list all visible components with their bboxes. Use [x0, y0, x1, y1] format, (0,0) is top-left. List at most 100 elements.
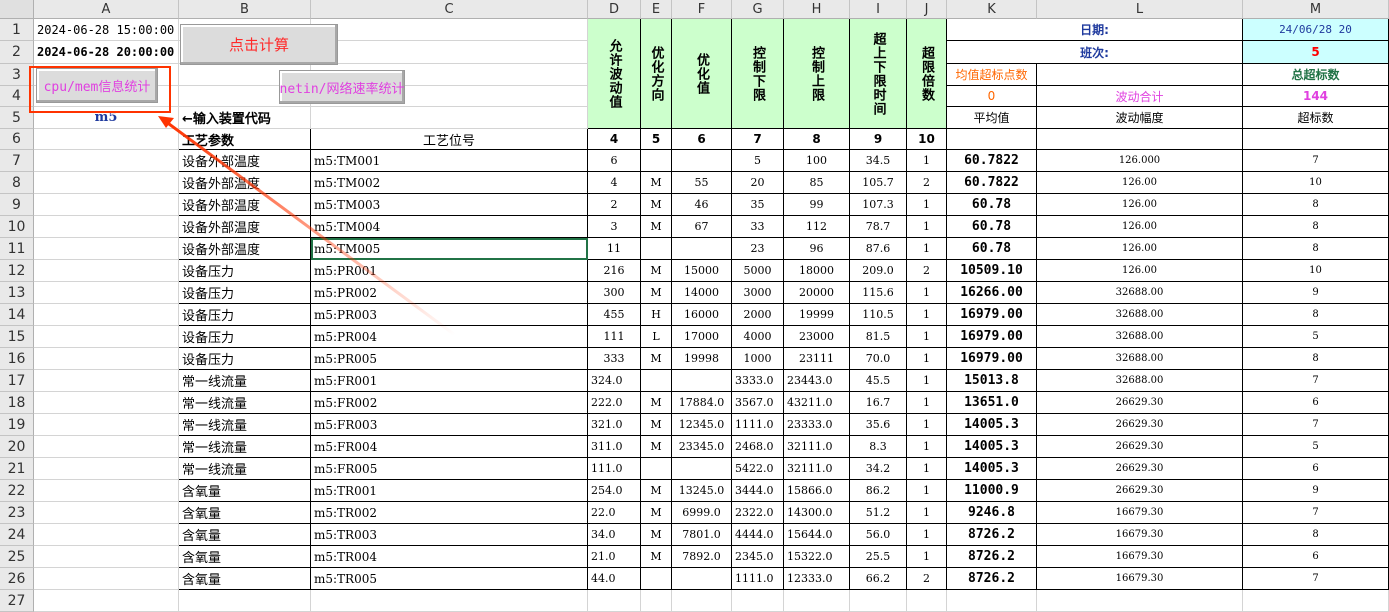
cell-a27[interactable]: [34, 590, 179, 612]
cell-a8[interactable]: [34, 172, 179, 194]
table-col-e-cell[interactable]: M: [641, 392, 672, 414]
column-header-h[interactable]: H: [784, 0, 850, 19]
column-header-j[interactable]: J: [907, 0, 947, 19]
column-header-d[interactable]: D: [588, 0, 641, 19]
cell-a6[interactable]: [34, 129, 179, 150]
table-col-h-cell[interactable]: 96: [784, 238, 850, 260]
table-col-m-cell[interactable]: 6: [1243, 392, 1389, 414]
table-col-f-cell[interactable]: [672, 370, 732, 392]
header-g-lower-limit[interactable]: 控制下限: [732, 19, 784, 129]
table-col-j-cell[interactable]: 2: [907, 172, 947, 194]
row-header-17[interactable]: 17: [0, 370, 34, 392]
row-header-5[interactable]: 5: [0, 107, 34, 129]
table-col-m-cell[interactable]: 7: [1243, 568, 1389, 590]
table-col-m-cell[interactable]: 10: [1243, 260, 1389, 282]
table-col-h-cell[interactable]: 32111.0: [784, 436, 850, 458]
column-header-a[interactable]: A: [34, 0, 179, 19]
cell-a5-device-code[interactable]: m5: [34, 107, 179, 129]
cell-m6[interactable]: [1243, 129, 1389, 150]
table-col-j-cell[interactable]: 1: [907, 194, 947, 216]
table-col-h-cell[interactable]: 15322.0: [784, 546, 850, 568]
table-col-h-cell[interactable]: 14300.0: [784, 502, 850, 524]
table-col-g-cell[interactable]: 23: [732, 238, 784, 260]
table-col-i-cell[interactable]: 25.5: [850, 546, 907, 568]
table-col-h-cell[interactable]: 85: [784, 172, 850, 194]
table-col-k-cell[interactable]: 8726.2: [947, 524, 1037, 546]
table-col-h-cell[interactable]: 100: [784, 150, 850, 172]
table-tag-cell[interactable]: m5:FR004: [311, 436, 588, 458]
table-col-e-cell[interactable]: M: [641, 480, 672, 502]
netin-stats-button[interactable]: netin/网络速率统计: [279, 70, 405, 104]
table-col-f-cell[interactable]: 67: [672, 216, 732, 238]
header-e-opt-direction[interactable]: 优化方向: [641, 19, 672, 129]
table-col-f-cell[interactable]: 55: [672, 172, 732, 194]
table-tag-cell[interactable]: m5:PR004: [311, 326, 588, 348]
summary-date-label[interactable]: 日期:: [947, 19, 1243, 41]
table-tag-cell[interactable]: m5:PR005: [311, 348, 588, 370]
header-num-f[interactable]: 6: [672, 129, 732, 150]
table-col-d-cell[interactable]: 11: [588, 238, 641, 260]
column-header-i[interactable]: I: [850, 0, 907, 19]
cell-l27[interactable]: [1037, 590, 1243, 612]
table-col-d-cell[interactable]: 324.0: [588, 370, 641, 392]
row-header-27[interactable]: 27: [0, 590, 34, 612]
cell-a11[interactable]: [34, 238, 179, 260]
row-header-19[interactable]: 19: [0, 414, 34, 436]
cell-c2[interactable]: [311, 41, 588, 64]
cell-b6-param-header[interactable]: 工艺参数: [179, 129, 311, 150]
table-col-e-cell[interactable]: [641, 568, 672, 590]
table-col-k-cell[interactable]: 16979.00: [947, 348, 1037, 370]
table-col-d-cell[interactable]: 6: [588, 150, 641, 172]
table-col-f-cell[interactable]: 17000: [672, 326, 732, 348]
cell-k6[interactable]: [947, 129, 1037, 150]
table-col-m-cell[interactable]: 8: [1243, 304, 1389, 326]
table-col-f-cell[interactable]: [672, 238, 732, 260]
table-col-f-cell[interactable]: 6999.0: [672, 502, 732, 524]
cell-a2[interactable]: 2024-06-28 20:00:00: [34, 41, 179, 64]
table-col-l-cell[interactable]: 126.00: [1037, 238, 1243, 260]
row-header-26[interactable]: 26: [0, 568, 34, 590]
table-col-h-cell[interactable]: 32111.0: [784, 458, 850, 480]
row-header-14[interactable]: 14: [0, 304, 34, 326]
header-i-exceed-time[interactable]: 超上下限时间: [850, 19, 907, 129]
table-col-e-cell[interactable]: [641, 238, 672, 260]
table-param-cell[interactable]: 设备压力: [179, 282, 311, 304]
table-col-d-cell[interactable]: 3: [588, 216, 641, 238]
table-col-e-cell[interactable]: M: [641, 282, 672, 304]
table-col-m-cell[interactable]: 9: [1243, 282, 1389, 304]
cell-a22[interactable]: [34, 480, 179, 502]
table-col-g-cell[interactable]: 33: [732, 216, 784, 238]
table-tag-cell[interactable]: m5:TR005: [311, 568, 588, 590]
table-col-l-cell[interactable]: 32688.00: [1037, 304, 1243, 326]
summary-avg-exceed-value[interactable]: 0: [947, 86, 1037, 107]
table-col-m-cell[interactable]: 5: [1243, 326, 1389, 348]
table-param-cell[interactable]: 含氧量: [179, 568, 311, 590]
table-param-cell[interactable]: 设备外部温度: [179, 216, 311, 238]
cell-l6[interactable]: [1037, 129, 1243, 150]
table-col-e-cell[interactable]: M: [641, 172, 672, 194]
cell-c27[interactable]: [311, 590, 588, 612]
table-col-i-cell[interactable]: 70.0: [850, 348, 907, 370]
cell-g27[interactable]: [732, 590, 784, 612]
table-col-e-cell[interactable]: M: [641, 194, 672, 216]
table-col-l-cell[interactable]: 32688.00: [1037, 370, 1243, 392]
header-f-opt-value[interactable]: 优化值: [672, 19, 732, 129]
table-col-g-cell[interactable]: 4444.0: [732, 524, 784, 546]
table-col-k-cell[interactable]: 16979.00: [947, 304, 1037, 326]
table-col-k-cell[interactable]: 14005.3: [947, 436, 1037, 458]
table-col-f-cell[interactable]: [672, 568, 732, 590]
table-col-f-cell[interactable]: 16000: [672, 304, 732, 326]
table-col-m-cell[interactable]: 7: [1243, 150, 1389, 172]
column-header-m[interactable]: M: [1243, 0, 1389, 19]
table-col-m-cell[interactable]: 7: [1243, 502, 1389, 524]
table-col-e-cell[interactable]: [641, 150, 672, 172]
table-col-d-cell[interactable]: 44.0: [588, 568, 641, 590]
cell-j27[interactable]: [907, 590, 947, 612]
table-col-j-cell[interactable]: 2: [907, 260, 947, 282]
table-col-f-cell[interactable]: [672, 150, 732, 172]
table-col-k-cell[interactable]: 14005.3: [947, 414, 1037, 436]
table-col-j-cell[interactable]: 1: [907, 546, 947, 568]
table-param-cell[interactable]: 设备外部温度: [179, 194, 311, 216]
cell-a26[interactable]: [34, 568, 179, 590]
summary-k5-avg[interactable]: 平均值: [947, 107, 1037, 129]
